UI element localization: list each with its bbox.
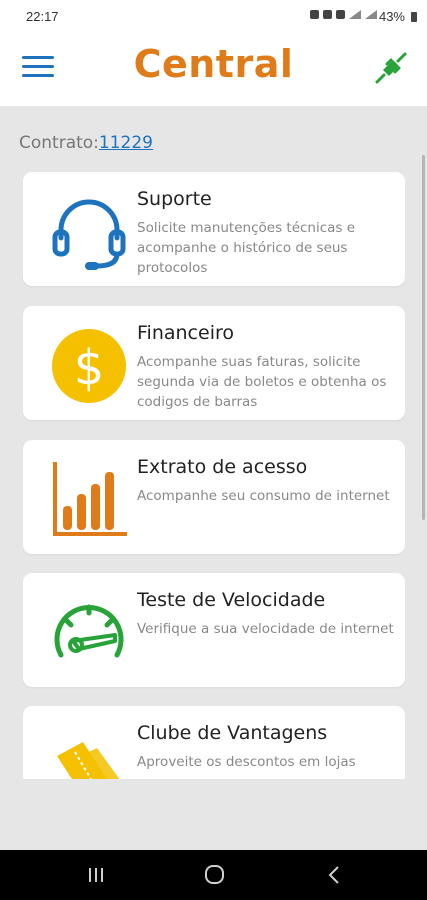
- contract-label: Contrato:: [19, 133, 99, 153]
- card-title: Suporte: [137, 188, 212, 210]
- notification-icon: [310, 10, 319, 19]
- status-time: 22:17: [26, 9, 59, 24]
- recent-apps-icon[interactable]: [76, 862, 116, 888]
- battery-level: 43%: [378, 9, 405, 24]
- alarm-icon: [323, 10, 332, 19]
- speedometer-icon: [49, 593, 129, 673]
- mute-icon: [336, 10, 345, 19]
- home-icon[interactable]: [194, 862, 234, 888]
- card-clube-de-vantagens[interactable]: Clube de Vantagens Aproveite os desconto…: [23, 706, 405, 779]
- app-title: Central: [133, 42, 294, 86]
- plug-icon[interactable]: [373, 50, 409, 86]
- card-suporte[interactable]: Suporte Solicite manutenções técnicas e …: [23, 172, 405, 286]
- card-description: Acompanhe seu consumo de internet: [137, 488, 390, 504]
- card-financeiro[interactable]: $ Financeiro Acompanhe suas faturas, sol…: [23, 306, 405, 420]
- headset-icon: [49, 192, 129, 272]
- card-extrato-de-acesso[interactable]: Extrato de acesso Acompanhe seu consumo …: [23, 440, 405, 554]
- tickets-icon: [49, 726, 129, 779]
- card-description: Verifique a sua velocidade de internet: [137, 621, 394, 637]
- bar-chart-icon: [49, 460, 129, 540]
- menu-cards: Suporte Solicite manutenções técnicas e …: [23, 172, 405, 779]
- card-title: Financeiro: [137, 322, 234, 344]
- battery-icon: [411, 12, 417, 22]
- card-description: Acompanhe suas faturas, solicite segunda…: [137, 354, 387, 410]
- svg-text:$: $: [74, 340, 105, 396]
- app-header: Central: [0, 34, 427, 106]
- card-title: Teste de Velocidade: [137, 589, 326, 611]
- scrollbar[interactable]: [422, 155, 425, 520]
- dollar-coin-icon: $: [49, 326, 129, 406]
- navigation-bar: [0, 850, 427, 900]
- status-bar: 22:17 43%: [0, 0, 427, 34]
- back-icon[interactable]: [314, 862, 354, 888]
- contract-row: Contrato:11229: [19, 133, 153, 153]
- wifi-icon: [349, 10, 361, 19]
- card-teste-de-velocidade[interactable]: Teste de Velocidade Verifique a sua velo…: [23, 573, 405, 687]
- status-icons: [310, 10, 377, 19]
- card-title: Extrato de acesso: [137, 456, 308, 478]
- card-description: Solicite manutenções técnicas e acompanh…: [137, 220, 356, 276]
- card-title: Clube de Vantagens: [137, 722, 328, 744]
- card-description: Aproveite os descontos em lojas: [137, 754, 356, 770]
- contract-number-link[interactable]: 11229: [99, 133, 153, 153]
- signal-icon: [365, 10, 377, 19]
